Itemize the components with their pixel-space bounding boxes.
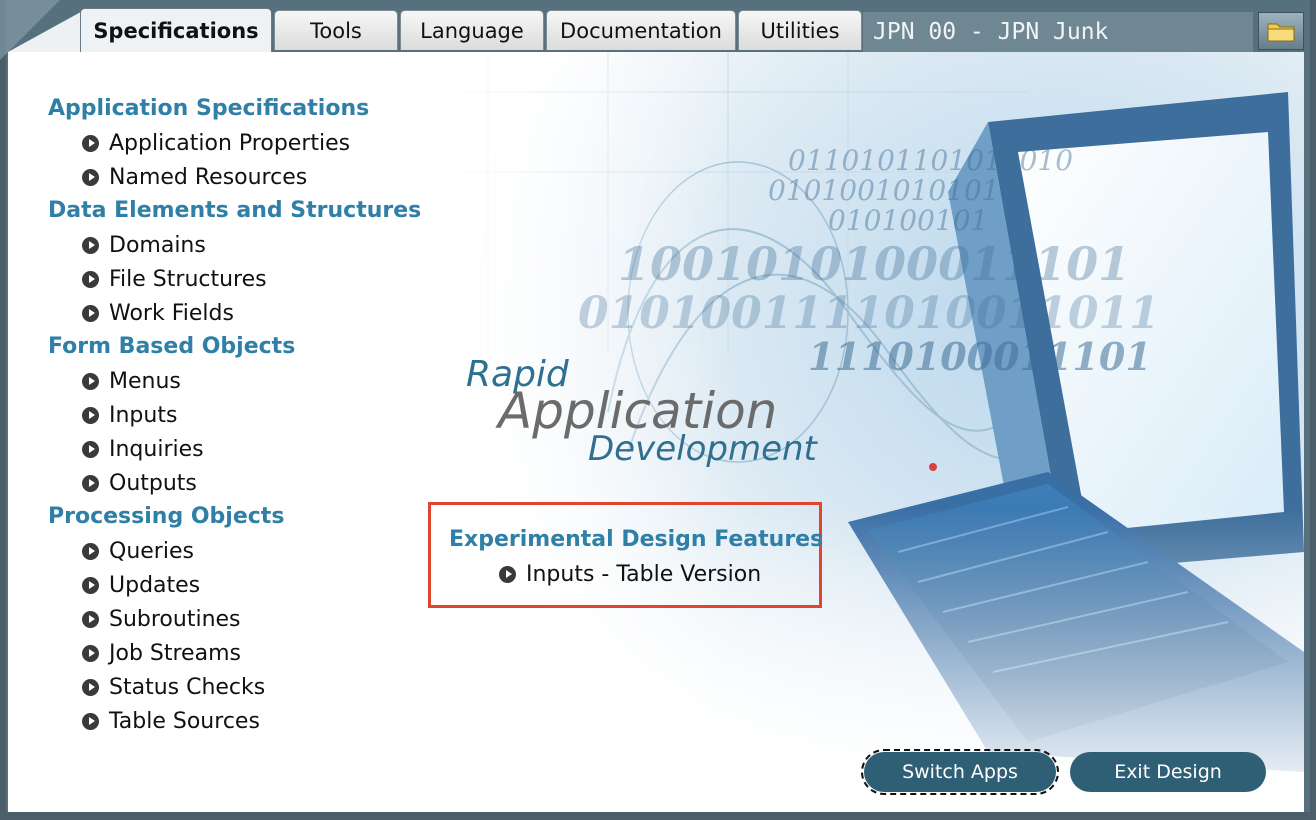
nav-label: Subroutines: [109, 606, 241, 632]
nav-label: Application Properties: [109, 130, 351, 156]
hero-illustration: 0110101101010010 01010010101010 01010010…: [428, 52, 1304, 812]
arrow-circle-icon: [82, 474, 99, 492]
nav-subroutines[interactable]: Subroutines: [48, 602, 421, 636]
nav-named-resources[interactable]: Named Resources: [48, 160, 421, 194]
nav-label: Table Sources: [109, 708, 260, 734]
experimental-features-highlight: Experimental Design Features Inputs - Ta…: [428, 502, 824, 608]
hero-development: Development: [588, 429, 819, 469]
tab-strip-slant: [8, 8, 88, 52]
nav-label: Menus: [109, 368, 181, 394]
section-title-data-elements: Data Elements and Structures: [48, 198, 422, 223]
arrow-circle-icon: [82, 304, 99, 322]
arrow-circle-icon: [82, 270, 99, 288]
nav-menus[interactable]: Menus: [48, 364, 421, 398]
arrow-circle-icon: [82, 406, 99, 424]
nav-label: Updates: [109, 572, 201, 598]
arrow-circle-icon: [82, 372, 99, 390]
arrow-circle-icon: [82, 576, 99, 594]
nav-label: Outputs: [109, 470, 197, 496]
switch-apps-button[interactable]: Switch Apps: [861, 749, 1059, 795]
nav-inputs-table-version[interactable]: Inputs - Table Version: [471, 557, 761, 591]
binary-line-1: 0110101101010010: [788, 144, 1073, 177]
nav-label: Inputs: [109, 402, 178, 428]
open-folder-button[interactable]: [1258, 12, 1304, 50]
nav-label: Status Checks: [109, 674, 266, 700]
nav-label: Domains: [109, 232, 206, 258]
nav-inputs[interactable]: Inputs: [48, 398, 421, 432]
tab-specifications[interactable]: Specifications: [80, 8, 272, 52]
nav-outputs[interactable]: Outputs: [48, 466, 421, 500]
spec-navigation: Application Specifications Application P…: [48, 92, 421, 738]
nav-label: File Structures: [109, 266, 267, 292]
rad-computer-illustration: 0110101101010010 01010010101010 01010010…: [428, 52, 1304, 812]
tab-utilities[interactable]: Utilities: [738, 10, 862, 50]
nav-updates[interactable]: Updates: [48, 568, 421, 602]
nav-label: Inquiries: [109, 436, 204, 462]
arrow-circle-icon: [82, 440, 99, 458]
nav-application-properties[interactable]: Application Properties: [48, 126, 421, 160]
nav-label: Work Fields: [109, 300, 234, 326]
nav-status-checks[interactable]: Status Checks: [48, 670, 421, 704]
tab-documentation[interactable]: Documentation: [546, 10, 736, 50]
nav-label: Queries: [109, 538, 194, 564]
binary-line-5: 0101001111010011011: [578, 288, 1160, 339]
main-panel: 0110101101010010 01010010101010 01010010…: [8, 52, 1304, 812]
folder-icon: [1267, 23, 1295, 42]
exit-design-button[interactable]: Exit Design: [1070, 752, 1266, 792]
nav-work-fields[interactable]: Work Fields: [48, 296, 421, 330]
nav-queries[interactable]: Queries: [48, 534, 421, 568]
binary-line-4: 1001010100011101: [618, 237, 1130, 291]
section-title-experimental: Experimental Design Features: [449, 527, 824, 552]
arrow-circle-icon: [82, 542, 99, 560]
nav-label: Named Resources: [109, 164, 308, 190]
nav-domains[interactable]: Domains: [48, 228, 421, 262]
nav-job-streams[interactable]: Job Streams: [48, 636, 421, 670]
arrow-circle-icon: [82, 134, 99, 152]
tab-language[interactable]: Language: [400, 10, 544, 50]
arrow-circle-icon: [82, 712, 99, 730]
arrow-circle-icon: [82, 236, 99, 254]
section-title-app-specs: Application Specifications: [48, 96, 370, 121]
binary-line-2: 01010010101010: [768, 174, 1017, 207]
app-title: JPN 00 - JPN Junk: [863, 12, 1253, 52]
section-title-processing-objects: Processing Objects: [48, 504, 285, 529]
arrow-circle-icon: [82, 678, 99, 696]
nav-file-structures[interactable]: File Structures: [48, 262, 421, 296]
nav-label: Job Streams: [109, 640, 241, 666]
arrow-circle-icon: [499, 565, 516, 583]
nav-table-sources[interactable]: Table Sources: [48, 704, 421, 738]
tab-strip: Specifications Tools Language Documentat…: [0, 0, 1316, 52]
tab-tools[interactable]: Tools: [274, 10, 398, 50]
arrow-circle-icon: [82, 610, 99, 628]
section-title-form-objects: Form Based Objects: [48, 334, 296, 359]
nav-inquiries[interactable]: Inquiries: [48, 432, 421, 466]
arrow-circle-icon: [82, 644, 99, 662]
binary-line-3: 010100101: [828, 204, 988, 237]
arrow-circle-icon: [82, 168, 99, 186]
nav-label: Inputs - Table Version: [526, 561, 762, 587]
binary-line-6: 1110100011101: [808, 334, 1152, 379]
